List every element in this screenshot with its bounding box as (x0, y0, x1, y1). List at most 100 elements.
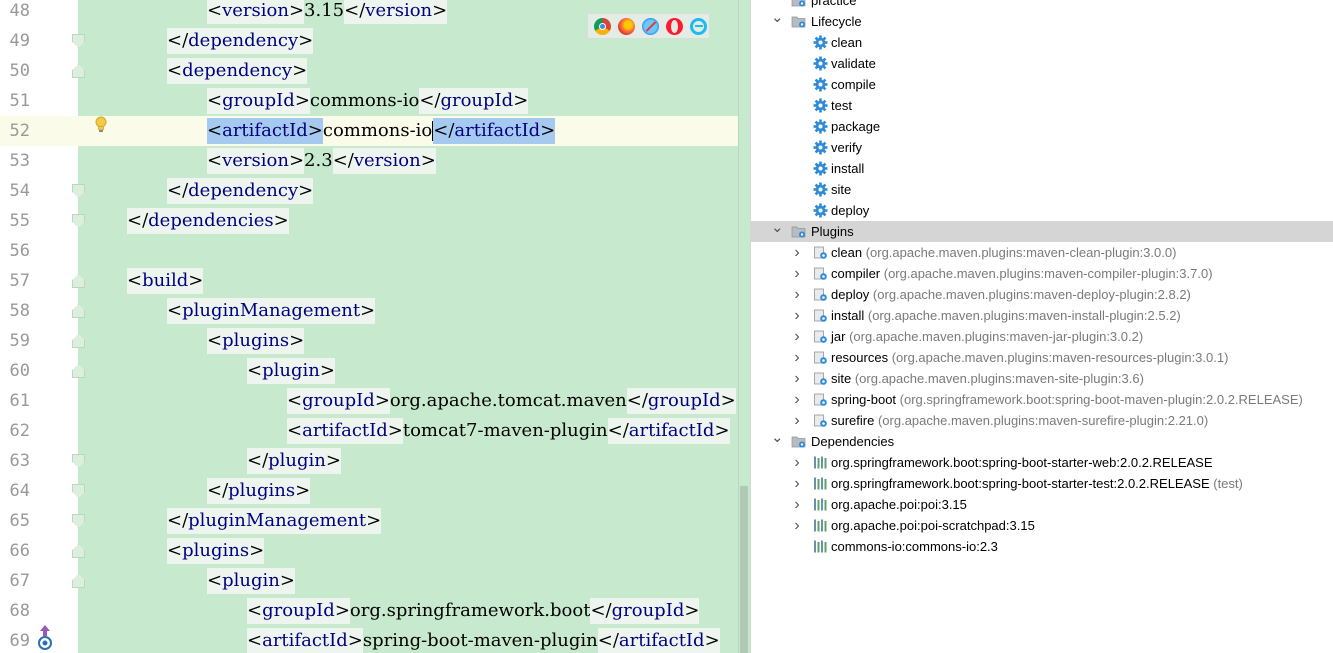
code-line[interactable]: 58 <pluginManagement> (0, 296, 750, 326)
chevron-right-icon[interactable]: › (791, 473, 803, 494)
chevron-right-icon[interactable]: › (791, 242, 803, 263)
fold-marker-icon[interactable] (72, 64, 85, 78)
code-text[interactable]: <groupId>org.apache.tomcat.maven</groupI… (287, 386, 736, 416)
tree-item-lifecycle-phase[interactable]: verify (751, 137, 1333, 158)
tree-item-lifecycle-phase[interactable]: deploy (751, 200, 1333, 221)
chevron-right-icon[interactable]: › (791, 515, 803, 536)
code-line[interactable]: 64 </plugins> (0, 476, 750, 506)
code-text[interactable]: <plugins> (207, 326, 305, 356)
override-method-icon[interactable] (36, 623, 54, 651)
code-text[interactable]: </plugin> (247, 446, 341, 476)
tree-item-plugin[interactable]: › compiler (org.apache.maven.plugins:mave… (751, 263, 1333, 284)
chevron-right-icon[interactable]: › (791, 305, 803, 326)
code-editor[interactable]: 48 <version>3.15</version> 49 </dependency>… (0, 0, 750, 653)
code-line[interactable]: 61 <groupId>org.apache.tomcat.maven</grou… (0, 386, 750, 416)
code-line[interactable]: 51 <groupId>commons-io</groupId> (0, 86, 750, 116)
code-text[interactable]: <plugin> (207, 566, 295, 596)
fold-marker-icon[interactable] (72, 364, 85, 378)
code-line[interactable]: 63 </plugin> (0, 446, 750, 476)
editor-scrollbar-thumb[interactable] (740, 486, 748, 653)
tree-item-dependency[interactable]: › org.springframework.boot:spring-boot-st… (751, 473, 1333, 494)
code-line[interactable]: 69 <artifactId>spring-boot-maven-plugin</… (0, 626, 750, 653)
code-text[interactable]: </dependencies> (127, 206, 289, 236)
chevron-down-icon[interactable]: ⌄ (771, 220, 784, 242)
fold-marker-icon[interactable] (72, 214, 85, 228)
code-line[interactable]: 57 <build> (0, 266, 750, 296)
chevron-right-icon[interactable]: › (791, 410, 803, 431)
fold-marker-icon[interactable] (72, 274, 85, 288)
tree-item-plugin[interactable]: › install (org.apache.maven.plugins:maven… (751, 305, 1333, 326)
chevron-right-icon[interactable]: › (791, 347, 803, 368)
code-text[interactable]: <version>2.3</version> (207, 146, 436, 176)
code-line[interactable]: 66 <plugins> (0, 536, 750, 566)
ie-icon[interactable] (690, 17, 707, 35)
fold-marker-icon[interactable] (72, 34, 85, 48)
tree-item-plugin[interactable]: › jar (org.apache.maven.plugins:maven-jar… (751, 326, 1333, 347)
code-text[interactable]: <artifactId>tomcat7-maven-plugin</artifa… (287, 416, 730, 446)
code-text[interactable]: </plugins> (207, 476, 311, 506)
code-line[interactable]: 67 <plugin> (0, 566, 750, 596)
tree-item-lifecycle-phase[interactable]: validate (751, 53, 1333, 74)
firefox-icon[interactable] (618, 17, 635, 35)
code-text[interactable]: <artifactId>commons-io</artifactId> (207, 116, 556, 146)
tree-item-plugin[interactable]: › resources (org.apache.maven.plugins:mav… (751, 347, 1333, 368)
fold-marker-icon[interactable] (72, 334, 85, 348)
tree-item-plugin[interactable]: › site (org.apache.maven.plugins:maven-si… (751, 368, 1333, 389)
code-text[interactable]: <plugins> (167, 536, 265, 566)
code-text[interactable]: <groupId>commons-io</groupId> (207, 86, 529, 116)
chevron-down-icon[interactable]: ⌄ (771, 10, 784, 32)
lightbulb-icon[interactable] (94, 116, 108, 134)
chevron-right-icon[interactable]: › (791, 284, 803, 305)
fold-marker-icon[interactable] (72, 454, 85, 468)
chrome-icon[interactable] (594, 17, 611, 35)
code-text[interactable]: </pluginManagement> (167, 506, 382, 536)
tree-item-dependencies[interactable]: ⌄ Dependencies (751, 430, 1333, 452)
tree-item-lifecycle-phase[interactable]: site (751, 179, 1333, 200)
code-line[interactable]: 59 <plugins> (0, 326, 750, 356)
fold-marker-icon[interactable] (72, 514, 85, 528)
tree-item-dependency[interactable]: › org.springframework.boot:spring-boot-st… (751, 452, 1333, 473)
code-line[interactable]: 52 <artifactId>commons-io</artifactId> (0, 116, 750, 146)
code-text[interactable]: <plugin> (247, 356, 335, 386)
code-text[interactable]: </dependency> (167, 26, 314, 56)
chevron-right-icon[interactable]: › (791, 326, 803, 347)
maven-projects-panel[interactable]: practice ⌄ Lifecycle clean validate compile te… (751, 0, 1333, 653)
code-text[interactable]: <version>3.15</version> (207, 0, 448, 26)
tree-item-lifecycle[interactable]: ⌄ Lifecycle (751, 10, 1333, 32)
fold-marker-icon[interactable] (72, 184, 85, 198)
tree-item-plugins[interactable]: ⌄ Plugins (751, 220, 1333, 242)
tree-item-lifecycle-phase[interactable]: install (751, 158, 1333, 179)
code-text[interactable]: <pluginManagement> (167, 296, 376, 326)
code-line[interactable]: 55 </dependencies> (0, 206, 750, 236)
safari-icon[interactable] (642, 17, 659, 35)
code-line[interactable]: 53 <version>2.3</version> (0, 146, 750, 176)
code-line[interactable]: 68 <groupId>org.springframework.boot</gro… (0, 596, 750, 626)
chevron-right-icon[interactable]: › (791, 494, 803, 515)
tree-item-dependency[interactable]: commons-io:commons-io:2.3 (751, 536, 1333, 557)
chevron-right-icon[interactable]: › (791, 452, 803, 473)
code-line[interactable]: 50 <dependency> (0, 56, 750, 86)
code-text[interactable]: <artifactId>spring-boot-maven-plugin</ar… (247, 626, 720, 653)
tree-item-plugin[interactable]: › deploy (org.apache.maven.plugins:maven-… (751, 284, 1333, 305)
fold-marker-icon[interactable] (72, 574, 85, 588)
tree-item-lifecycle-phase[interactable]: clean (751, 32, 1333, 53)
tree-item-dependency[interactable]: › org.apache.poi:poi-scratchpad:3.15 (751, 515, 1333, 536)
chevron-down-icon[interactable]: ⌄ (771, 430, 784, 452)
fold-marker-icon[interactable] (72, 304, 85, 318)
chevron-right-icon[interactable]: › (791, 368, 803, 389)
opera-icon[interactable] (666, 17, 683, 35)
code-line[interactable]: 60 <plugin> (0, 356, 750, 386)
tree-item-plugin[interactable]: › surefire (org.apache.maven.plugins:mave… (751, 410, 1333, 431)
tree-item-plugin[interactable]: › spring-boot (org.springframework.boot:s… (751, 389, 1333, 410)
code-text[interactable]: <build> (127, 266, 204, 296)
code-text[interactable]: <groupId>org.springframework.boot</group… (247, 596, 700, 626)
fold-marker-icon[interactable] (72, 484, 85, 498)
tree-item-lifecycle-phase[interactable]: package (751, 116, 1333, 137)
tree-item-lifecycle-phase[interactable]: test (751, 95, 1333, 116)
tree-item-project[interactable]: practice (751, 0, 1333, 11)
tree-item-lifecycle-phase[interactable]: compile (751, 74, 1333, 95)
code-text[interactable]: </dependency> (167, 176, 314, 206)
code-line[interactable]: 65 </pluginManagement> (0, 506, 750, 536)
code-text[interactable]: <dependency> (167, 56, 308, 86)
tree-item-dependency[interactable]: › org.apache.poi:poi:3.15 (751, 494, 1333, 515)
